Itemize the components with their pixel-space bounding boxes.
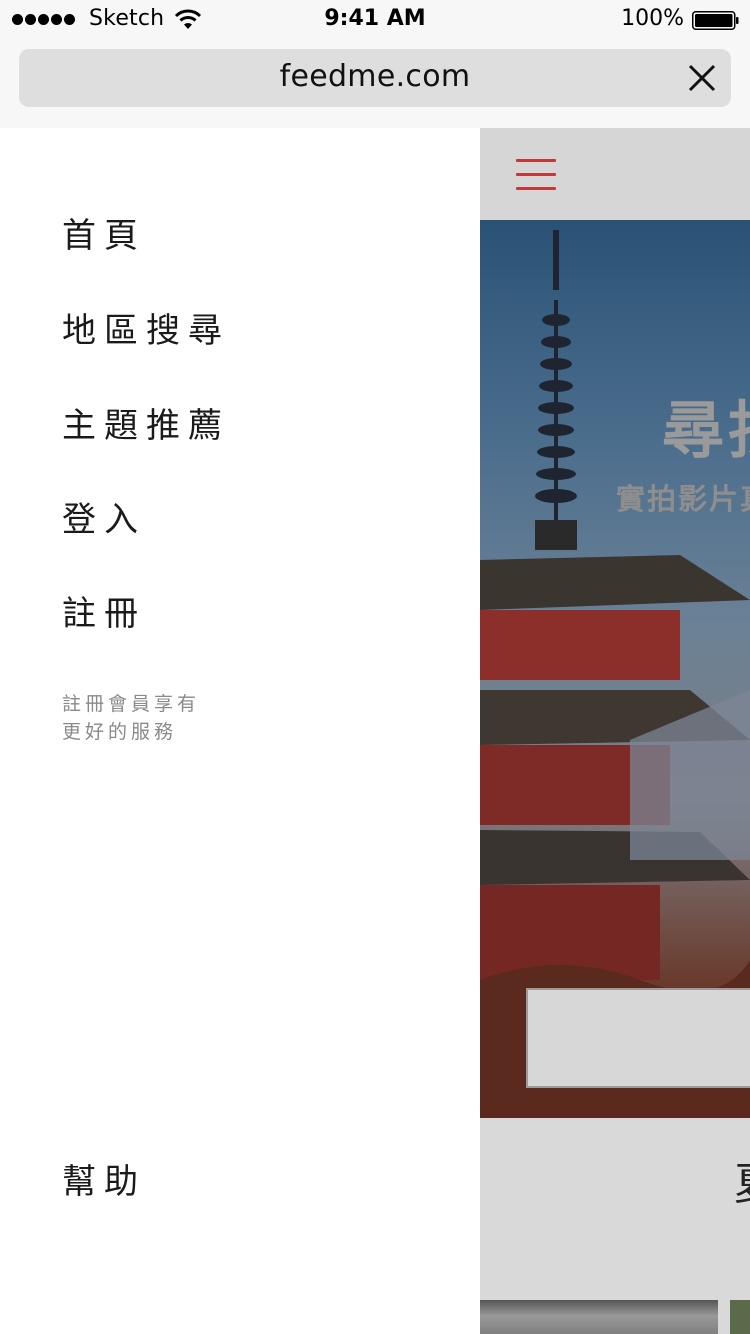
side-menu: 首頁 地區搜尋 主題推薦 登入 註冊 註冊會員享有 更好的服務 幫助 xyxy=(0,128,480,1334)
thumbnail-image[interactable] xyxy=(730,1300,750,1334)
thumbnail-image[interactable] xyxy=(480,1300,718,1334)
hero-banner: 尋找 實拍影片真 xyxy=(480,220,750,1118)
register-note-line-2: 更好的服務 xyxy=(62,721,178,743)
hero-subtitle: 實拍影片真 xyxy=(616,482,750,516)
browser-address-bar: feedme.com xyxy=(0,40,750,128)
hero-title: 尋找 xyxy=(662,394,750,467)
pagoda-image xyxy=(480,230,750,1118)
hamburger-icon[interactable] xyxy=(516,159,556,193)
menu-item-region-search[interactable]: 地區搜尋 xyxy=(62,303,230,352)
page-header xyxy=(480,128,750,220)
status-bar: Sketch 9:41 AM 100% xyxy=(0,0,750,40)
menu-item-login[interactable]: 登入 xyxy=(62,492,146,541)
url-text[interactable]: feedme.com xyxy=(19,59,731,94)
hero-search-box[interactable] xyxy=(526,988,750,1088)
battery-percent: 100% xyxy=(621,6,684,31)
menu-item-home[interactable]: 首頁 xyxy=(62,208,146,257)
battery-icon xyxy=(692,11,739,30)
register-note: 註冊會員享有 更好的服務 xyxy=(62,690,200,746)
menu-item-help[interactable]: 幫助 xyxy=(62,1154,146,1203)
register-note-line-1: 註冊會員享有 xyxy=(62,693,201,715)
url-field[interactable]: feedme.com xyxy=(19,49,731,107)
page-content-peek[interactable]: 尋找 實拍影片真 夏 xyxy=(480,128,750,1334)
menu-item-theme-recommend[interactable]: 主題推薦 xyxy=(62,398,230,447)
menu-item-register[interactable]: 註冊 xyxy=(62,586,146,635)
close-icon[interactable] xyxy=(687,63,717,93)
section-title: 夏 xyxy=(734,1148,750,1212)
